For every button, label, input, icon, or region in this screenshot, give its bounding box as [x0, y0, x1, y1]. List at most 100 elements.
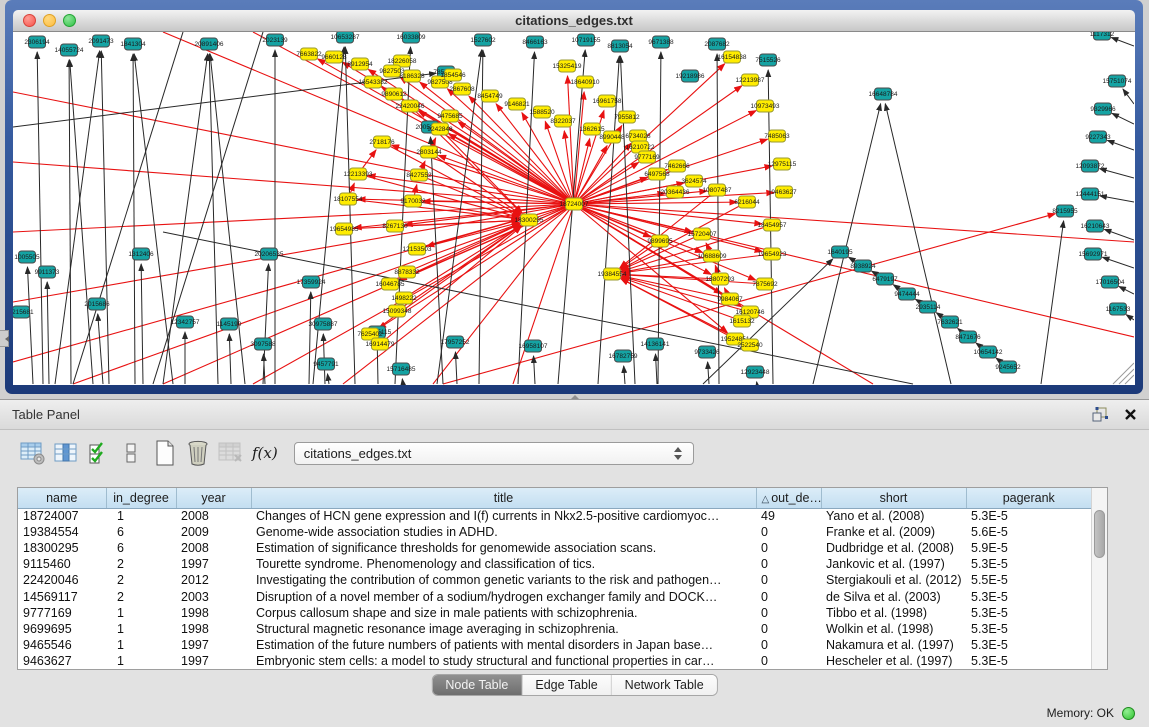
graph-edge[interactable]: [1100, 169, 1134, 178]
table-row[interactable]: 1872400712008Changes of HCN gene express…: [18, 508, 1091, 524]
graph-edge[interactable]: [229, 334, 231, 384]
table-cell: Tibbo et al. (1998): [821, 605, 966, 621]
graph-edge[interactable]: [1113, 363, 1134, 384]
window-controls: [23, 14, 76, 27]
graph-edge[interactable]: [658, 52, 661, 384]
graph-edge[interactable]: [98, 314, 103, 384]
new-column-button[interactable]: [151, 438, 179, 468]
graph-edge[interactable]: [1111, 38, 1134, 46]
graph-edge[interactable]: [402, 379, 403, 384]
graph-edge[interactable]: [133, 54, 135, 384]
float-panel-icon[interactable]: [1092, 407, 1108, 422]
close-panel-icon[interactable]: [1124, 408, 1137, 421]
table-row[interactable]: 911546021997Tourette syndrome. Phenomeno…: [18, 556, 1091, 572]
graph-edge[interactable]: [455, 352, 457, 384]
graph-edge[interactable]: [309, 292, 311, 384]
graph-edge[interactable]: [153, 32, 263, 384]
tab-network-table[interactable]: Network Table: [612, 675, 717, 695]
show-columns-button[interactable]: [52, 438, 80, 468]
column-header-short[interactable]: short: [821, 488, 966, 508]
graph-node-label: 2867608: [449, 86, 475, 93]
graph-edge[interactable]: [27, 267, 33, 384]
clear-selection-button[interactable]: [118, 438, 146, 468]
table-scrollbar[interactable]: [1091, 488, 1107, 669]
function-builder-button[interactable]: f(x): [252, 444, 278, 462]
graph-node-label: 8427552: [406, 172, 432, 179]
graph-edge[interactable]: [620, 56, 635, 384]
graph-edge[interactable]: [73, 204, 574, 384]
table-row[interactable]: 1830029562008Estimation of significance …: [18, 540, 1091, 556]
column-header-in-degree[interactable]: in_degree: [106, 488, 176, 508]
graph-edge[interactable]: [1112, 113, 1134, 124]
graph-edge[interactable]: [134, 54, 173, 384]
memory-status-icon[interactable]: [1122, 707, 1135, 720]
graph-edge[interactable]: [13, 92, 574, 204]
table-cell: 5.6E-5: [966, 524, 1091, 540]
graph-edge[interactable]: [47, 282, 49, 384]
close-window-button[interactable]: [23, 14, 36, 27]
table-cell: 5.3E-5: [966, 605, 1091, 621]
column-header-title[interactable]: title: [251, 488, 756, 508]
graph-canvas[interactable]: 1872400718300295193845542306194140557242…: [13, 32, 1134, 385]
table-row[interactable]: 946554611997Estimation of the future num…: [18, 637, 1091, 653]
graph-node-label: 19654985: [330, 226, 359, 233]
graph-edge[interactable]: [327, 374, 329, 384]
graph-edge[interactable]: [1126, 315, 1134, 320]
select-all-button[interactable]: [85, 438, 113, 468]
graph-edge[interactable]: [655, 354, 657, 384]
graph-edge[interactable]: [558, 50, 585, 384]
graph-edge[interactable]: [163, 204, 574, 384]
graph-edge[interactable]: [69, 60, 71, 384]
table-cell: Structural magnetic resonance image aver…: [251, 621, 756, 637]
table-cell: 0: [756, 605, 821, 621]
graph-edge[interactable]: [210, 54, 245, 384]
graph-edge[interactable]: [37, 52, 43, 384]
graph-edge[interactable]: [1102, 257, 1134, 268]
graph-node-label: 12153503: [403, 246, 432, 253]
graph-edge[interactable]: [1100, 196, 1134, 202]
graph-edge[interactable]: [70, 60, 93, 384]
minimize-window-button[interactable]: [43, 14, 56, 27]
new-document-icon: [154, 440, 176, 466]
tab-node-table[interactable]: Node Table: [432, 675, 522, 695]
table-row[interactable]: 946362711997Embryonic stem cells: a mode…: [18, 653, 1091, 669]
graph-edge[interactable]: [55, 51, 100, 384]
table-mode-button[interactable]: [19, 438, 47, 468]
table-row[interactable]: 1938455462009Genome-wide association stu…: [18, 524, 1091, 540]
column-header-out-degree[interactable]: △out_de…: [756, 488, 821, 508]
graph-edge[interactable]: [624, 366, 625, 384]
graph-edge[interactable]: [813, 104, 881, 384]
table-cell: 1998: [176, 621, 251, 637]
graph-edge[interactable]: [1104, 229, 1134, 240]
graph-edge[interactable]: [443, 214, 1055, 384]
graph-edge[interactable]: [885, 104, 951, 384]
graph-node-label: 2935114: [916, 304, 941, 311]
column-header-pagerank[interactable]: pagerank: [966, 488, 1091, 508]
table-chooser-dropdown[interactable]: citations_edges.txt: [294, 442, 694, 465]
graph-edge[interactable]: [1123, 89, 1134, 104]
network-window-titlebar[interactable]: citations_edges.txt: [13, 10, 1135, 32]
delete-table-button[interactable]: [217, 438, 245, 468]
graph-edge[interactable]: [1041, 221, 1064, 384]
graph-edge[interactable]: [708, 362, 709, 384]
tab-edge-table[interactable]: Edge Table: [522, 675, 611, 695]
table-row[interactable]: 977716911998Corpus callosum shape and si…: [18, 605, 1091, 621]
delete-column-button[interactable]: [184, 438, 212, 468]
graph-edge[interactable]: [101, 51, 109, 384]
graph-edge[interactable]: [1119, 369, 1134, 384]
graph-edge[interactable]: [568, 76, 574, 204]
table-row[interactable]: 969969511998Structural magnetic resonanc…: [18, 621, 1091, 637]
graph-edge[interactable]: [1119, 286, 1134, 294]
table-scrollbar-thumb[interactable]: [1094, 510, 1105, 558]
zoom-window-button[interactable]: [63, 14, 76, 27]
graph-edge[interactable]: [141, 264, 143, 384]
graph-node-label: 18226058: [388, 58, 417, 65]
table-row[interactable]: 1456911722003Disruption of a novel membe…: [18, 588, 1091, 604]
column-header-year[interactable]: year: [176, 488, 251, 508]
table-cell: Changes of HCN gene expression and I(f) …: [251, 508, 756, 524]
table-row[interactable]: 2242004622012Investigating the contribut…: [18, 572, 1091, 588]
column-header-name[interactable]: name: [18, 488, 106, 508]
collapse-network-panel-button[interactable]: [0, 330, 9, 347]
graph-edge[interactable]: [1107, 140, 1134, 150]
graph-edge[interactable]: [534, 356, 535, 384]
